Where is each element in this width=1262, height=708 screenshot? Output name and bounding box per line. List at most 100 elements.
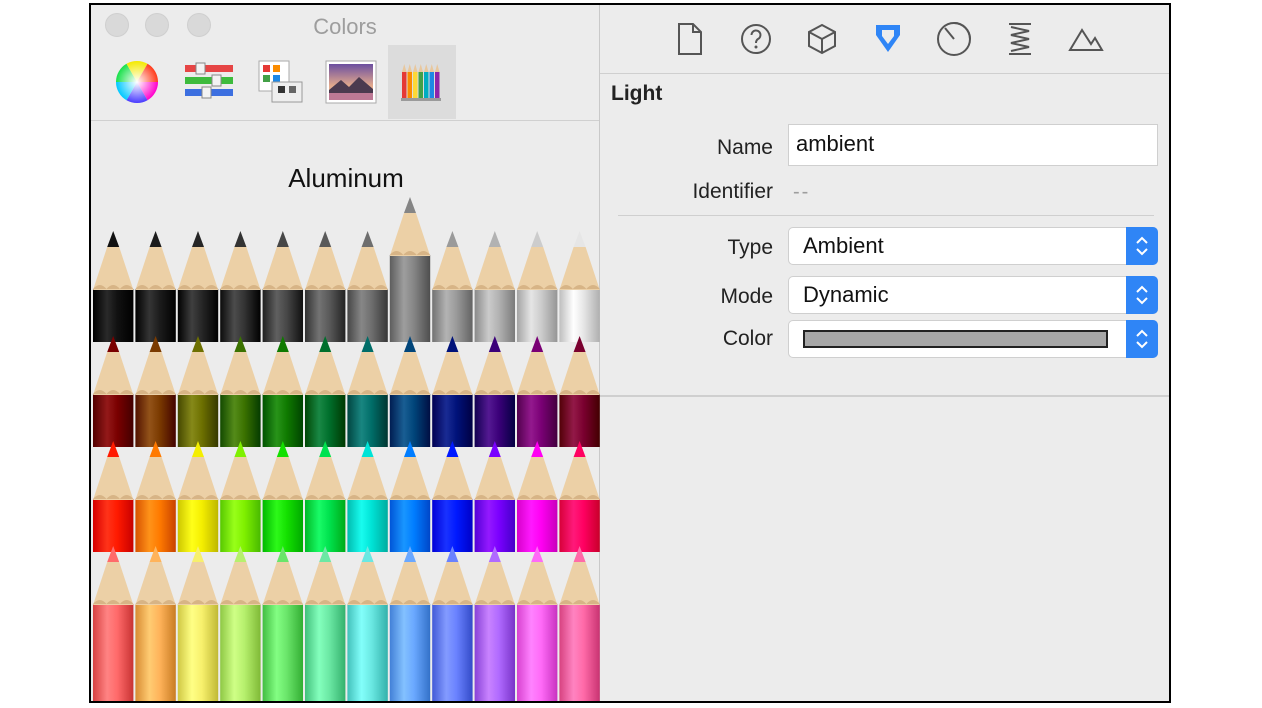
pencil[interactable] — [559, 231, 600, 342]
pencil[interactable] — [305, 441, 346, 552]
pencil[interactable] — [347, 441, 388, 552]
tab-node-inspector[interactable] — [802, 19, 842, 59]
pencil[interactable] — [305, 231, 346, 342]
pencil[interactable] — [135, 336, 176, 447]
pencil[interactable] — [262, 336, 303, 447]
pencil[interactable] — [389, 336, 431, 447]
color-palettes-icon — [258, 60, 303, 103]
tab-file-inspector[interactable] — [670, 19, 710, 59]
colors-toolbar-divider — [91, 120, 599, 121]
pencil[interactable] — [220, 231, 261, 342]
pencil[interactable] — [559, 441, 600, 552]
pencil[interactable] — [135, 231, 176, 342]
pencil[interactable] — [389, 546, 431, 703]
mode-popup[interactable]: Dynamic — [788, 276, 1158, 314]
pencil[interactable] — [305, 336, 346, 447]
pencil[interactable] — [389, 441, 431, 552]
color-popup[interactable] — [788, 320, 1158, 358]
app-frame: Colors Aluminum Light Name ambient Ident… — [89, 3, 1171, 703]
pencil[interactable] — [389, 197, 431, 342]
pencils-mode-button[interactable] — [388, 45, 456, 119]
inspector-bottom-divider — [600, 395, 1169, 397]
pencil-grid — [93, 197, 600, 703]
pencil[interactable] — [305, 546, 346, 703]
mode-popup-arrows[interactable] — [1126, 276, 1158, 314]
type-label: Type — [727, 236, 773, 259]
pencil[interactable] — [262, 231, 303, 342]
pencil[interactable] — [559, 546, 600, 703]
color-swatch[interactable] — [803, 330, 1108, 348]
pencil[interactable] — [347, 231, 388, 342]
pencil[interactable] — [135, 441, 176, 552]
pencil[interactable] — [93, 231, 134, 342]
pencil[interactable] — [177, 546, 219, 703]
identifier-value: -- — [793, 181, 811, 203]
pencil[interactable] — [517, 231, 558, 342]
pencil[interactable] — [177, 441, 219, 552]
pencil[interactable] — [432, 336, 473, 447]
color-sliders-icon — [185, 62, 233, 99]
image-palettes-icon — [325, 60, 377, 104]
pencil[interactable] — [559, 336, 600, 447]
image-palettes-mode-button[interactable] — [317, 45, 385, 119]
type-popup[interactable]: Ambient — [788, 227, 1158, 265]
pencil[interactable] — [220, 546, 261, 703]
updown-arrows-icon — [1136, 329, 1148, 349]
scene-icon — [1068, 28, 1104, 51]
help-icon — [741, 24, 771, 54]
pencil[interactable] — [432, 546, 473, 703]
pencil[interactable] — [474, 546, 515, 703]
pencil[interactable] — [432, 441, 473, 552]
colors-panel: Colors Aluminum — [91, 5, 600, 701]
color-label: Color — [722, 327, 773, 350]
pencil[interactable] — [347, 546, 388, 703]
section-divider — [618, 215, 1154, 216]
pencil[interactable] — [517, 546, 558, 703]
attributes-icon — [876, 25, 900, 52]
name-field[interactable]: ambient — [788, 124, 1158, 166]
pencil[interactable] — [517, 441, 558, 552]
updown-arrows-icon — [1136, 285, 1148, 305]
mode-label: Mode — [720, 285, 773, 308]
color-sliders-mode-button[interactable] — [175, 45, 243, 119]
color-popup-arrows[interactable] — [1126, 320, 1158, 358]
pencil[interactable] — [432, 231, 473, 342]
file-icon — [678, 23, 702, 55]
type-popup-arrows[interactable] — [1126, 227, 1158, 265]
inspector-tab-bar — [600, 5, 1169, 74]
name-label: Name — [716, 136, 773, 159]
pencil[interactable] — [220, 441, 261, 552]
tab-attributes-inspector[interactable] — [868, 19, 908, 59]
tab-animation-inspector[interactable] — [1000, 19, 1040, 59]
pencil[interactable] — [474, 441, 515, 552]
colors-titlebar: Colors — [91, 5, 599, 45]
color-wheel-mode-button[interactable] — [103, 45, 171, 119]
pencil[interactable] — [177, 336, 219, 447]
pencil[interactable] — [220, 336, 261, 447]
pencil-name-label: Aluminum — [288, 163, 404, 193]
color-wheel-icon — [115, 60, 158, 104]
pencil[interactable] — [347, 336, 388, 447]
color-palettes-mode-button[interactable] — [247, 45, 315, 119]
pencil[interactable] — [262, 441, 303, 552]
pencil[interactable] — [517, 336, 558, 447]
mode-value: Dynamic — [803, 282, 889, 307]
tab-quick-help[interactable] — [736, 19, 776, 59]
tab-physics-inspector[interactable] — [934, 19, 974, 59]
pencil[interactable] — [93, 441, 134, 552]
inspector-panel: Light Name ambient Identifier -- Type Am… — [600, 5, 1169, 701]
identifier-label: Identifier — [692, 180, 773, 203]
pencil[interactable] — [474, 336, 515, 447]
dial-icon — [937, 22, 971, 56]
pencil[interactable] — [93, 546, 134, 703]
spring-icon — [1009, 23, 1031, 55]
pencil[interactable] — [474, 231, 515, 342]
color-mode-toolbar — [91, 43, 599, 121]
pencil[interactable] — [262, 546, 303, 703]
pencil[interactable] — [93, 336, 134, 447]
pencil[interactable] — [135, 546, 176, 703]
pencil[interactable] — [177, 231, 219, 342]
light-section-title: Light — [611, 82, 663, 105]
tab-scene-inspector[interactable] — [1066, 19, 1106, 59]
updown-arrows-icon — [1136, 236, 1148, 256]
